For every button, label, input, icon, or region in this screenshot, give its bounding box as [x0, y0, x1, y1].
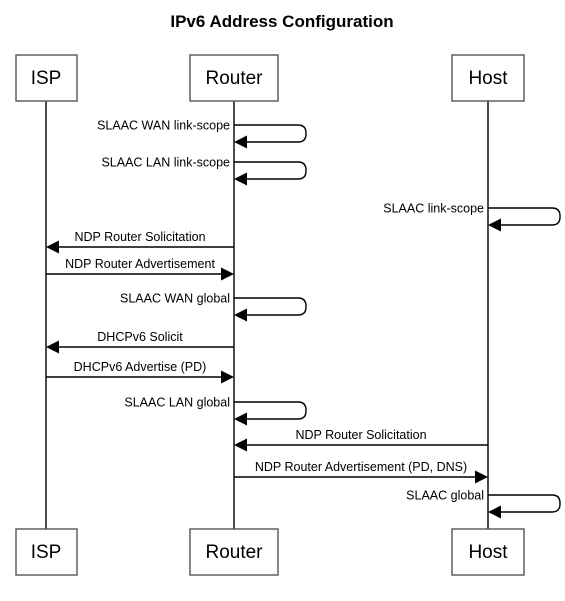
message-4[interactable]: NDP Router Solicitation [46, 230, 234, 254]
message-label-3: SLAAC link-scope [383, 202, 484, 216]
message-label-4: NDP Router Solicitation [74, 230, 205, 244]
arrow-head-left [234, 438, 247, 452]
message-10[interactable]: NDP Router Solicitation [234, 428, 488, 452]
actor-isp-top[interactable]: ISP [15, 54, 78, 102]
actor-boxes-bottom: ISP Router Host [15, 528, 525, 576]
page-title: IPv6 Address Configuration [170, 12, 393, 31]
message-8[interactable]: DHCPv6 Advertise (PD) [46, 360, 234, 384]
message-2[interactable]: SLAAC LAN link-scope [101, 156, 307, 186]
arrow-head-right [475, 470, 488, 484]
message-label-12: SLAAC global [406, 489, 484, 503]
actor-label-router-top: Router [205, 68, 263, 89]
message-6[interactable]: SLAAC WAN global [120, 292, 307, 322]
actor-label-isp-top: ISP [31, 68, 62, 89]
message-label-2: SLAAC LAN link-scope [101, 156, 230, 170]
arrow-head-right [221, 370, 234, 384]
message-11[interactable]: NDP Router Advertisement (PD, DNS) [234, 460, 488, 484]
message-9[interactable]: SLAAC LAN global [124, 396, 307, 426]
actor-label-host-bottom: Host [468, 542, 508, 563]
actor-host-top[interactable]: Host [451, 54, 525, 102]
message-label-1: SLAAC WAN link-scope [97, 119, 230, 133]
messages-group: SLAAC WAN link-scope SLAAC LAN link-scope… [46, 119, 561, 519]
actor-label-router-bottom: Router [205, 542, 263, 563]
arrow-head-left [234, 135, 247, 149]
message-label-7: DHCPv6 Solicit [97, 330, 183, 344]
arrow-head-left [488, 505, 501, 519]
message-label-11: NDP Router Advertisement (PD, DNS) [255, 460, 467, 474]
arrow-head-left [46, 240, 59, 254]
sequence-diagram-canvas: IPv6 Address Configuration SLAAC WAN lin… [0, 0, 565, 601]
message-7[interactable]: DHCPv6 Solicit [46, 330, 234, 354]
actor-router-top[interactable]: Router [189, 54, 279, 102]
message-3[interactable]: SLAAC link-scope [383, 202, 561, 232]
actor-host-bottom[interactable]: Host [451, 528, 525, 576]
arrow-head-left [234, 308, 247, 322]
arrow-head-left [46, 340, 59, 354]
message-1[interactable]: SLAAC WAN link-scope [97, 119, 307, 149]
message-5[interactable]: NDP Router Advertisement [46, 257, 234, 281]
arrow-head-right [221, 267, 234, 281]
message-label-10: NDP Router Solicitation [295, 428, 426, 442]
arrow-head-left [488, 218, 501, 232]
actor-isp-bottom[interactable]: ISP [15, 528, 78, 576]
message-label-6: SLAAC WAN global [120, 292, 230, 306]
actor-router-bottom[interactable]: Router [189, 528, 279, 576]
message-label-9: SLAAC LAN global [124, 396, 230, 410]
actor-label-host-top: Host [468, 68, 508, 89]
message-label-5: NDP Router Advertisement [65, 257, 215, 271]
arrow-head-left [234, 172, 247, 186]
arrow-head-left [234, 412, 247, 426]
message-12[interactable]: SLAAC global [406, 489, 561, 519]
actor-label-isp-bottom: ISP [31, 542, 62, 563]
sequence-diagram-svg: IPv6 Address Configuration SLAAC WAN lin… [15, 12, 561, 576]
actor-boxes-top: ISP Router Host [15, 54, 525, 102]
message-label-8: DHCPv6 Advertise (PD) [74, 360, 207, 374]
